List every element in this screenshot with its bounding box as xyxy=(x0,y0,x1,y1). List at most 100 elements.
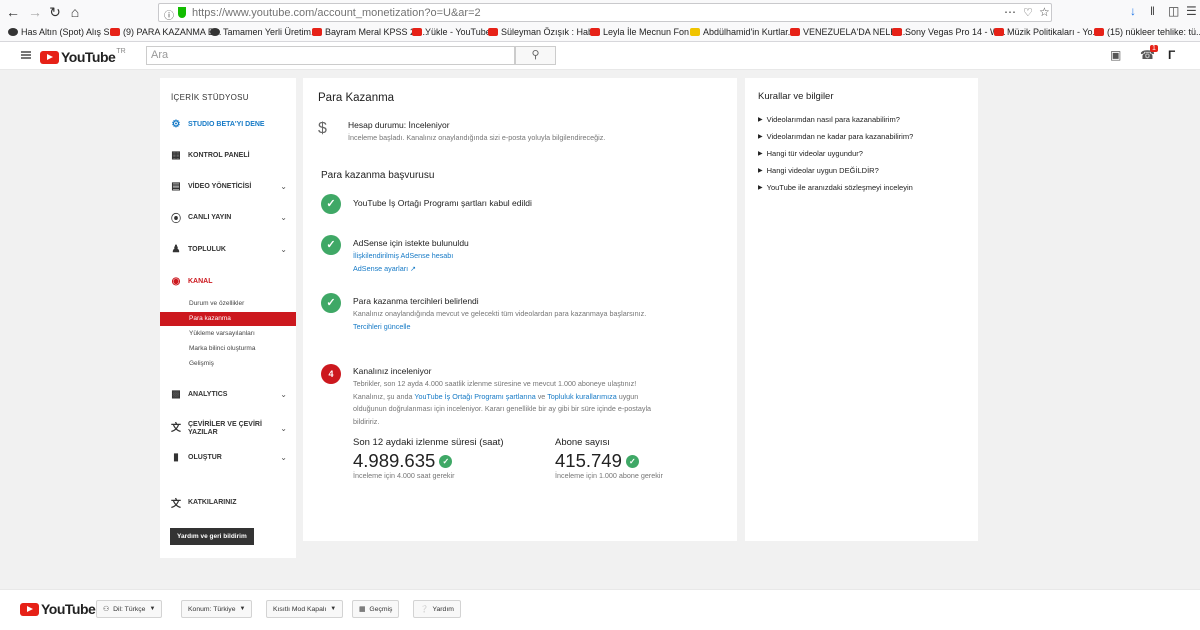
restricted-mode-button[interactable]: Kısıtlı Mod Kapalı ▼ xyxy=(266,600,344,618)
history-button[interactable]: ▦ Geçmiş xyxy=(352,600,400,618)
upload-video-icon[interactable]: ▣ xyxy=(1110,48,1121,62)
bookmark-label: Yükle - YouTube xyxy=(425,27,491,37)
help-label: Yardım xyxy=(432,605,454,613)
account-avatar[interactable]: Γ xyxy=(1168,48,1175,62)
url-bar[interactable]: ⓘ https://www.youtube.com/account_moneti… xyxy=(158,3,1052,22)
bookmark-label: (9) PARA KAZANMA E... xyxy=(123,27,222,37)
external-link-icon: ↗ xyxy=(410,263,417,273)
bookmark-icon xyxy=(210,28,220,36)
guide-menu-icon[interactable] xyxy=(21,51,31,59)
sidebar-item-video-manager[interactable]: ▤ VİDEO YÖNETİCİSİ ⌄ xyxy=(160,178,296,194)
linked-adsense-link[interactable]: İlişkilendirilmiş AdSense hesabı xyxy=(353,250,653,263)
sidebar-item-create[interactable]: ▮ OLUŞTUR ⌄ xyxy=(160,449,296,465)
sidebar-subitem-monetization[interactable]: Para kazanma xyxy=(160,312,296,326)
youtube-icon xyxy=(1094,28,1104,36)
library-icon[interactable]: ‖ xyxy=(1150,4,1155,18)
download-icon[interactable]: ↓ xyxy=(1130,4,1136,18)
caret-down-icon: ▼ xyxy=(149,606,156,612)
sidebar-item-analytics[interactable]: ▩ ANALYTICS ⌄ xyxy=(160,386,296,402)
lock-icon xyxy=(178,7,186,18)
sidebar-item-studio-beta[interactable]: ⚙ STUDIO BETA'YI DENE xyxy=(160,116,296,132)
bookmark-item[interactable]: Süleyman Özışık : Hab... xyxy=(488,27,601,37)
watch-time-label: Son 12 aydaki izlenme süresi (saat) xyxy=(353,437,504,448)
ypp-terms-link[interactable]: YouTube İş Ortağı Programı şartlarına xyxy=(414,392,535,401)
bookmark-star-icon[interactable]: ☆ xyxy=(1039,5,1050,19)
caret-down-icon: ▼ xyxy=(330,606,337,612)
rule-item[interactable]: ▶ Videolarımdan nasıl para kazanabilirim? xyxy=(758,115,900,125)
community-guidelines-link[interactable]: Topluluk kurallarımıza xyxy=(547,392,617,401)
bookmark-item[interactable]: Müzik Politikaları - Yo... xyxy=(994,27,1100,37)
review-text-part: ve xyxy=(535,391,548,401)
rule-item[interactable]: ▶ Videolarımdan ne kadar para kazanabilir… xyxy=(758,132,913,142)
adsense-settings-link[interactable]: AdSense ayarları xyxy=(353,264,408,273)
footer-youtube-logo[interactable]: YouTube xyxy=(20,601,96,617)
youtube-play-icon xyxy=(40,50,59,64)
bookmark-label: Has Altın (Spot) Alış S... xyxy=(21,27,118,37)
bookmark-label: Sony Vegas Pro 14 - W... xyxy=(905,27,1006,37)
notification-badge: 1 xyxy=(1150,45,1158,52)
video-manager-icon: ▤ xyxy=(171,180,181,192)
rule-item[interactable]: ▶ Hangi videolar uygun DEĞİLDİR? xyxy=(758,166,879,176)
bookmark-item[interactable]: Leyla İle Mecnun Fon ... xyxy=(590,27,699,37)
location-button[interactable]: Konum: Türkiye ▼ xyxy=(181,600,253,618)
language-button[interactable]: ⚇ Dil: Türkçe ▼ xyxy=(96,600,163,618)
menu-icon[interactable]: ☰ xyxy=(1186,4,1197,18)
rule-item[interactable]: ▶ YouTube ile aranızdaki sözleşmeyi incel… xyxy=(758,183,913,193)
rule-item[interactable]: ▶ Hangi tür videolar uygundur? xyxy=(758,149,863,159)
youtube-logo[interactable]: YouTube TR xyxy=(40,47,126,65)
youtube-icon xyxy=(110,28,120,36)
update-preferences-link[interactable]: Tercihleri güncelle xyxy=(353,321,653,334)
bookmark-label: Tamamen Yerli Üretim... xyxy=(223,27,319,37)
bookmark-item[interactable]: Sony Vegas Pro 14 - W... xyxy=(892,27,1006,37)
bookmark-item[interactable]: Abdülhamid'in Kurtlar... xyxy=(690,27,795,37)
history-icon: ▦ xyxy=(359,606,366,613)
search-input[interactable]: Ara xyxy=(146,46,515,65)
sidebar-subitem-advanced[interactable]: Gelişmiş xyxy=(160,357,296,371)
step-review-title: Kanalınız inceleniyor xyxy=(353,366,432,376)
preferences-description: Kanalınız onaylandığında mevcut ve gelec… xyxy=(353,309,647,318)
subscriber-note: İnceleme için 1.000 abone gerekir xyxy=(555,471,663,480)
pocket-icon[interactable]: ♡ xyxy=(1023,6,1033,19)
back-icon[interactable]: ← xyxy=(4,3,22,21)
youtube-icon xyxy=(488,28,498,36)
help-button[interactable]: ❔ Yardım xyxy=(413,600,461,618)
url-text[interactable]: https://www.youtube.com/account_monetiza… xyxy=(192,7,481,19)
help-feedback-button[interactable]: Yardım ve geri bildirim xyxy=(170,528,254,545)
page-footer: YouTube ⚇ Dil: Türkçe ▼ Konum: Türkiye ▼ Kı… xyxy=(0,589,1200,630)
country-code: TR xyxy=(116,47,126,55)
caret-right-icon: ▶ xyxy=(758,134,763,140)
reload-icon[interactable]: ↻ xyxy=(46,3,64,21)
chevron-down-icon: ⌄ xyxy=(280,181,287,191)
bookmark-item[interactable]: Bayram Meral KPSS 20... xyxy=(312,27,428,37)
bookmark-item[interactable]: Yükle - YouTube xyxy=(412,27,491,37)
language-label: Dil: Türkçe xyxy=(113,605,146,613)
sidebar-title: İÇERİK STÜDYOSU xyxy=(171,93,249,102)
sidebar-item-translations[interactable]: 文 ÇEVİRİLER VE ÇEVİRİ YAZILAR ⌄ xyxy=(160,418,296,440)
sidebar-item-contributions[interactable]: 文 KATKILARINIZ xyxy=(160,494,296,510)
info-icon[interactable]: ⓘ xyxy=(164,7,174,22)
sidebar-subitem-status[interactable]: Durum ve özellikler xyxy=(160,297,296,311)
bookmark-item[interactable]: Tamamen Yerli Üretim... xyxy=(210,27,319,37)
sidebar-subitem-branding[interactable]: Marka bilinci oluşturma xyxy=(160,342,296,356)
sidebar-subitem-upload-defaults[interactable]: Yükleme varsayılanları xyxy=(160,327,296,341)
translate-icon: 文 xyxy=(171,423,181,434)
search-button[interactable]: ⚲ xyxy=(515,46,556,65)
rule-item-label: YouTube ile aranızdaki sözleşmeyi incele… xyxy=(766,183,913,192)
home-icon[interactable]: ⌂ xyxy=(66,3,84,21)
sidebar-item-live[interactable]: ⦿ CANLI YAYIN ⌄ xyxy=(160,209,296,225)
rule-item-label: Videolarımdan ne kadar para kazanabiliri… xyxy=(766,132,914,141)
sidebar-icon[interactable]: ◫ xyxy=(1168,4,1179,18)
page-title: Para Kazanma xyxy=(318,92,395,104)
bookmark-item[interactable]: Has Altın (Spot) Alış S... xyxy=(8,27,117,37)
page-actions-icon[interactable]: ⋯ xyxy=(1004,5,1016,19)
sidebar-item-dashboard[interactable]: ▦ KONTROL PANELİ xyxy=(160,147,296,163)
bookmark-label: (15) nükleer tehlike: tü... xyxy=(1107,27,1200,37)
bookmark-item[interactable]: (15) nükleer tehlike: tü... xyxy=(1094,27,1200,37)
forward-icon[interactable]: → xyxy=(26,3,44,21)
sidebar-item-community[interactable]: ♟ TOPLULUK ⌄ xyxy=(160,241,296,257)
create-video-icon: ▮ xyxy=(173,451,179,463)
sidebar-item-channel[interactable]: ◉ KANAL xyxy=(160,273,296,289)
bookmark-item[interactable]: (9) PARA KAZANMA E... xyxy=(110,27,221,37)
step-adsense-links: İlişkilendirilmiş AdSense hesabı AdSense… xyxy=(353,250,653,275)
sidebar-item-label: ÇEVİRİLER VE ÇEVİRİ YAZILAR xyxy=(188,421,262,436)
